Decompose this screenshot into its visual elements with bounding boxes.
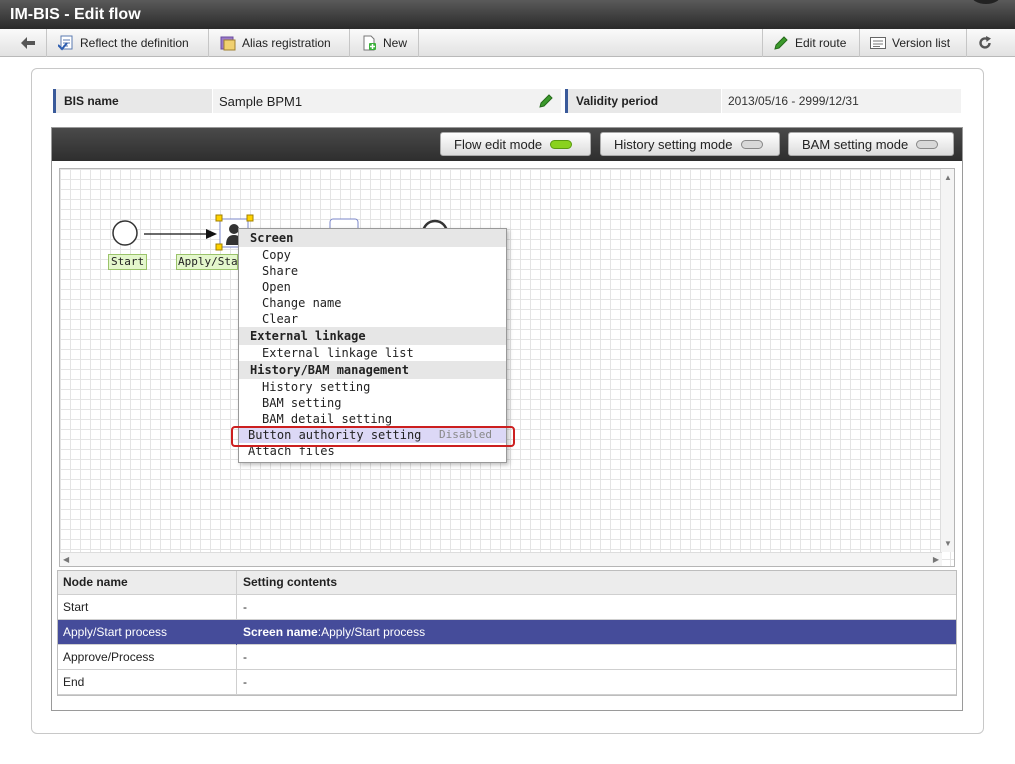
refresh-icon: [978, 36, 991, 49]
back-button[interactable]: [10, 29, 47, 57]
scroll-down-icon[interactable]: ▼: [944, 539, 952, 548]
node-name-cell: End: [57, 670, 237, 695]
setting-cell: Screen name:Apply/Start process: [237, 620, 957, 645]
edit-name-pencil-icon[interactable]: [538, 93, 554, 109]
edit-route-label: Edit route: [795, 36, 847, 50]
menu-item-share[interactable]: Share: [239, 263, 506, 279]
scroll-right-icon[interactable]: ▶: [933, 555, 939, 564]
table-header: Node name Setting contents: [57, 570, 957, 595]
flow-edit-mode-label: Flow edit mode: [454, 136, 543, 152]
validity-period-label: Validity period: [565, 89, 721, 113]
list-icon: [870, 37, 886, 49]
alias-registration-button[interactable]: Alias registration: [210, 29, 350, 57]
arrow-left-icon: [21, 37, 35, 49]
menu-item-open[interactable]: Open: [239, 279, 506, 295]
menu-item-history-setting[interactable]: History setting: [239, 379, 506, 395]
toolbar: Reflect the definition Alias registratio…: [0, 29, 1015, 57]
bam-mode-indicator: [916, 139, 939, 149]
bam-setting-mode-label: BAM setting mode: [802, 136, 909, 152]
scroll-left-icon[interactable]: ◀: [63, 555, 69, 564]
new-button[interactable]: New: [351, 29, 419, 57]
node-name-cell: Approve/Process: [57, 645, 237, 670]
mode-bar: Flow edit mode History setting mode BAM …: [52, 128, 962, 161]
title-bar: IM-BIS - Edit flow: [0, 0, 1015, 29]
apply-node-label: Apply/Start: [176, 254, 238, 270]
new-label: New: [383, 36, 408, 50]
menu-section-screen: Screen: [239, 229, 506, 247]
table-row-selected[interactable]: Apply/Start process Screen name:Apply/St…: [57, 620, 957, 645]
version-list-label: Version list: [892, 36, 951, 50]
column-node-name: Node name: [57, 570, 237, 595]
vertical-scrollbar[interactable]: ▲ ▼: [940, 169, 954, 552]
scroll-up-icon[interactable]: ▲: [944, 173, 952, 182]
flow-mode-indicator: [550, 139, 573, 149]
column-setting-contents: Setting contents: [243, 575, 338, 589]
version-list-button[interactable]: Version list: [859, 29, 965, 57]
history-mode-indicator: [740, 139, 763, 149]
reflect-definition-label: Reflect the definition: [80, 36, 189, 50]
menu-item-copy[interactable]: Copy: [239, 247, 506, 263]
selection-handle-tr[interactable]: [246, 214, 254, 222]
refresh-button[interactable]: [966, 29, 1002, 57]
highlight-annotation: [231, 426, 515, 447]
reflect-definition-button[interactable]: Reflect the definition: [48, 29, 209, 57]
node-name-cell: Apply/Start process: [57, 620, 237, 645]
start-node-label: Start: [108, 254, 148, 270]
table-row[interactable]: Start -: [57, 595, 957, 620]
menu-item-clear[interactable]: Clear: [239, 311, 506, 327]
selection-handle-tl[interactable]: [215, 214, 223, 222]
connector-arrowhead-icon: [206, 229, 217, 239]
bis-name-text: Sample BPM1: [219, 94, 303, 109]
start-node-circle[interactable]: [112, 220, 138, 246]
bis-name-label: BIS name: [53, 89, 212, 113]
selection-handle-bl[interactable]: [215, 243, 223, 251]
window-title: IM-BIS - Edit flow: [10, 6, 141, 23]
menu-section-history-bam: History/BAM management: [239, 361, 506, 379]
setting-value: Apply/Start process: [321, 625, 426, 639]
flow-edit-mode-button[interactable]: Flow edit mode: [440, 132, 591, 156]
table-row[interactable]: Approve/Process -: [57, 645, 957, 670]
new-document-icon: [363, 35, 376, 51]
window-corner-button[interactable]: [971, 0, 1001, 4]
setting-cell: -: [243, 600, 247, 614]
menu-item-external-linkage-list[interactable]: External linkage list: [239, 345, 506, 361]
history-setting-mode-label: History setting mode: [614, 136, 733, 152]
table-row[interactable]: End -: [57, 670, 957, 695]
document-reflect-icon: [58, 35, 73, 51]
menu-item-bam-detail-setting[interactable]: BAM detail setting: [239, 411, 506, 427]
validity-period-value: 2013/05/16 - 2999/12/31: [722, 89, 961, 113]
bam-setting-mode-button[interactable]: BAM setting mode: [788, 132, 954, 156]
menu-section-external: External linkage: [239, 327, 506, 345]
setting-cell: -: [243, 650, 247, 664]
setting-cell: -: [243, 675, 247, 689]
bis-name-value: Sample BPM1: [213, 89, 561, 113]
edit-route-button[interactable]: Edit route: [762, 29, 859, 57]
node-name-cell: Start: [57, 595, 237, 620]
alias-registration-label: Alias registration: [242, 36, 331, 50]
alias-icon: [220, 36, 236, 51]
menu-item-change-name[interactable]: Change name: [239, 295, 506, 311]
setting-key: Screen name: [243, 625, 318, 639]
pencil-icon: [774, 36, 788, 50]
menu-item-bam-setting[interactable]: BAM setting: [239, 395, 506, 411]
horizontal-scrollbar[interactable]: ◀ ▶: [60, 552, 942, 566]
history-setting-mode-button[interactable]: History setting mode: [600, 132, 780, 156]
